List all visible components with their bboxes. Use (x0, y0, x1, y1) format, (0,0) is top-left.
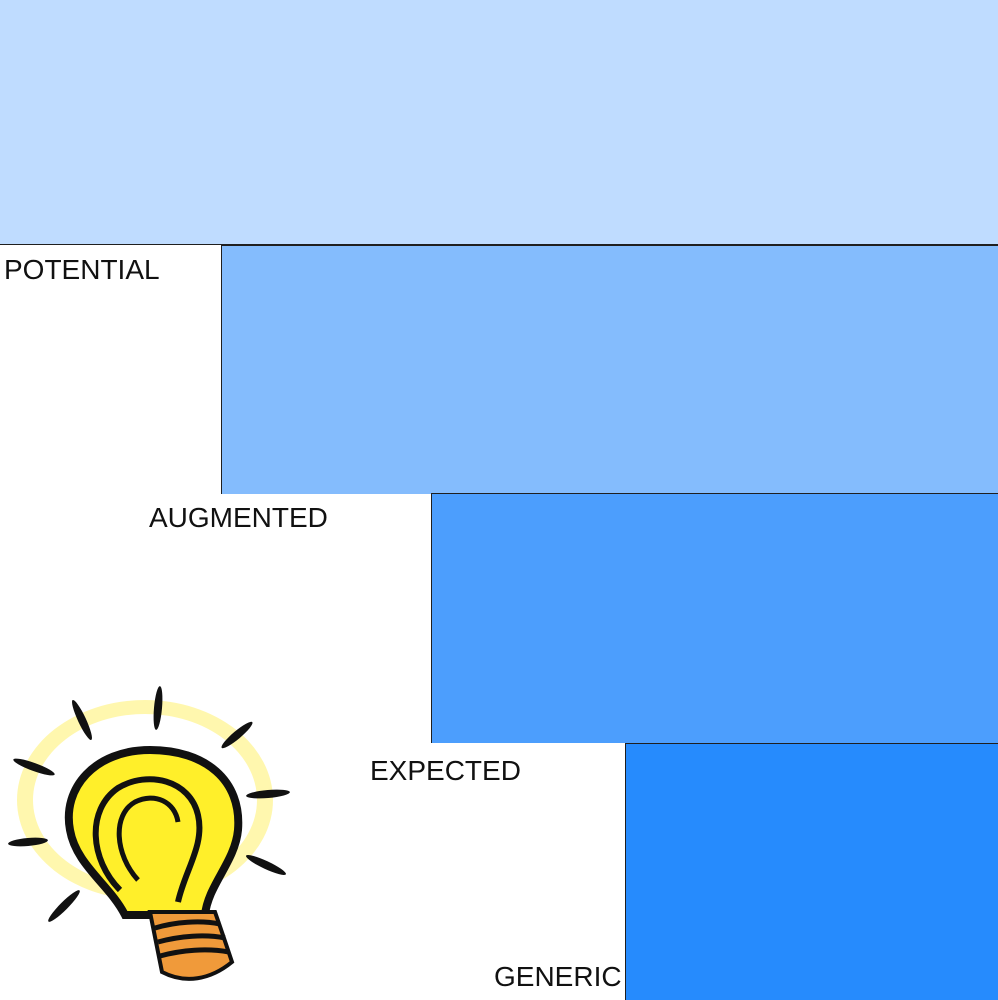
label-potential: POTENTIAL (4, 254, 160, 285)
band-expected-level (431, 493, 998, 743)
label-augmented: AUGMENTED (149, 502, 328, 533)
label-expected: EXPECTED (370, 755, 521, 786)
lightbulb-icon (8, 686, 290, 981)
label-generic: GENERIC (494, 961, 622, 992)
band-augmented-level (221, 245, 998, 494)
band-generic-level (625, 743, 998, 1000)
band-potential-level (0, 0, 998, 245)
